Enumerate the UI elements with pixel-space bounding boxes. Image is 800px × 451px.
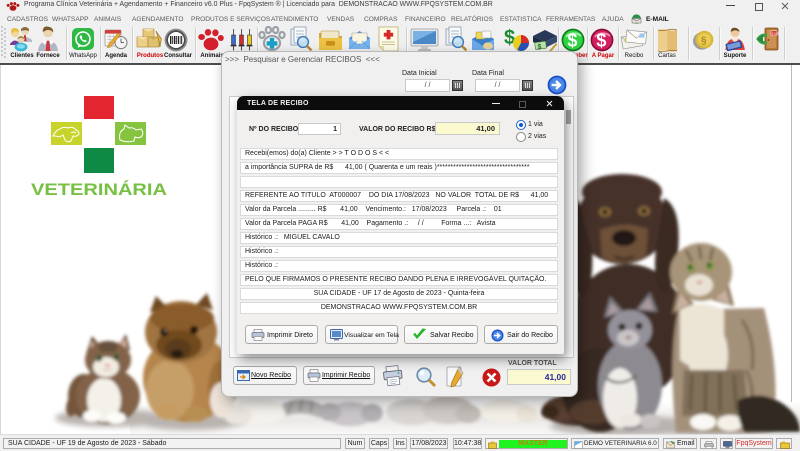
svg-text:$: $ [538,44,542,51]
svg-text:§: § [701,35,707,46]
svg-text:$: $ [567,30,577,50]
svg-text:$: $ [504,27,515,49]
svg-text:EXIT: EXIT [772,32,780,36]
svg-text:$: $ [596,30,606,50]
